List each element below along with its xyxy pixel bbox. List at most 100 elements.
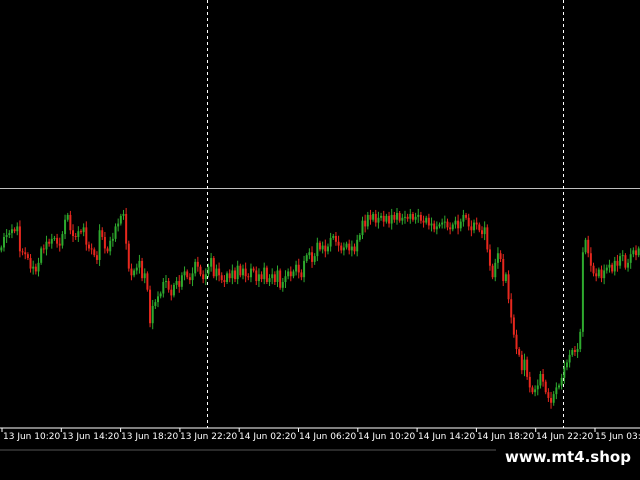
candle-body: [194, 261, 197, 274]
candle-body: [308, 252, 311, 256]
candle-body: [345, 243, 348, 248]
candle-body: [326, 246, 329, 252]
candle-body: [58, 243, 61, 246]
candle-body: [157, 296, 160, 303]
chart-window[interactable]: 13 Jun 10:20 13 Jun 14:20 13 Jun 18:20 1…: [0, 0, 640, 480]
candle-body: [616, 260, 619, 266]
candle-body: [329, 237, 332, 247]
candle-body: [18, 226, 21, 252]
x-tick-label: 14 Jun 06:20: [299, 432, 357, 442]
candle-body: [350, 246, 353, 251]
candle-body: [459, 221, 462, 229]
candle-body: [207, 266, 210, 275]
candle-body: [603, 270, 606, 279]
candle-body: [374, 213, 377, 223]
candle-body: [48, 241, 51, 244]
candle-body: [117, 223, 120, 227]
candle-body: [592, 265, 595, 274]
candle-body: [141, 260, 144, 279]
candle-body: [435, 226, 438, 230]
candle-body: [170, 289, 173, 296]
candle-body: [32, 266, 35, 269]
candle-body: [287, 271, 290, 277]
candle-body: [366, 214, 369, 227]
candle-body: [260, 274, 263, 280]
candle-body: [5, 235, 8, 237]
candle-body: [164, 281, 167, 283]
candle-body: [231, 270, 234, 279]
candle-body: [600, 269, 603, 279]
candle-body: [289, 271, 292, 277]
candle-body: [560, 377, 563, 386]
candle-body: [321, 245, 324, 250]
candle-body: [300, 272, 303, 278]
candle-body: [605, 267, 608, 271]
x-tick-label: 13 Jun 14:20: [62, 432, 120, 442]
candle-body: [143, 273, 146, 279]
candle-body: [316, 242, 319, 257]
candle-body: [409, 213, 412, 219]
candle-body: [372, 213, 375, 220]
candle-body: [422, 220, 425, 223]
candle-body: [348, 243, 351, 251]
candle-body: [419, 214, 422, 221]
candle-body: [571, 350, 574, 355]
candle-body: [50, 238, 53, 244]
chart-grid: [0, 0, 640, 451]
candle-body: [510, 299, 513, 318]
candle-body: [263, 267, 266, 280]
candle-body: [483, 227, 486, 235]
candle-body: [95, 255, 98, 260]
candle-body: [629, 254, 632, 263]
candle-body: [611, 264, 614, 272]
candle-body: [191, 273, 194, 281]
candle-body: [2, 236, 5, 248]
candle-body: [573, 350, 576, 352]
candle-body: [542, 374, 545, 382]
candle-body: [470, 226, 473, 231]
candle-body: [223, 280, 226, 282]
x-tick-label: 13 Jun 10:20: [3, 432, 61, 442]
candle-body: [21, 251, 24, 253]
candle-body: [520, 354, 523, 371]
candle-body: [531, 387, 534, 393]
x-tick-label: 14 Jun 18:20: [477, 432, 535, 442]
candle-body: [295, 264, 298, 272]
x-tick-label: 14 Jun 22:20: [536, 432, 594, 442]
candle-body: [486, 227, 489, 250]
candle-body: [64, 219, 67, 235]
candle-body: [66, 214, 69, 220]
candle-body: [576, 349, 579, 352]
candle-body: [337, 241, 340, 246]
candle-body: [496, 253, 499, 263]
candle-body: [430, 223, 433, 226]
candle-body: [146, 273, 149, 290]
candle-body: [103, 236, 106, 249]
candle-body: [313, 256, 316, 262]
candle-body: [135, 267, 138, 271]
price-chart[interactable]: [0, 0, 640, 480]
candle-body: [523, 359, 526, 371]
candle-body: [249, 268, 252, 278]
candle-body: [340, 245, 343, 251]
candle-body: [122, 213, 125, 216]
candle-body: [74, 236, 77, 237]
candle-body: [42, 248, 45, 250]
candle-body: [518, 349, 521, 355]
candle-body: [149, 289, 152, 324]
candle-body: [380, 215, 383, 218]
candle-body: [425, 217, 428, 223]
candle-body: [552, 394, 555, 403]
candle-body: [406, 216, 409, 219]
candle-body: [45, 241, 48, 250]
candle-body: [154, 302, 157, 306]
candle-body: [188, 277, 191, 281]
candle-body: [37, 262, 40, 272]
candle-body: [241, 268, 244, 276]
candle-body: [488, 249, 491, 266]
candle-body: [279, 270, 282, 288]
candle-body: [24, 252, 27, 255]
candle-body: [619, 256, 622, 266]
candle-body: [358, 235, 361, 240]
candle-body: [528, 376, 531, 388]
